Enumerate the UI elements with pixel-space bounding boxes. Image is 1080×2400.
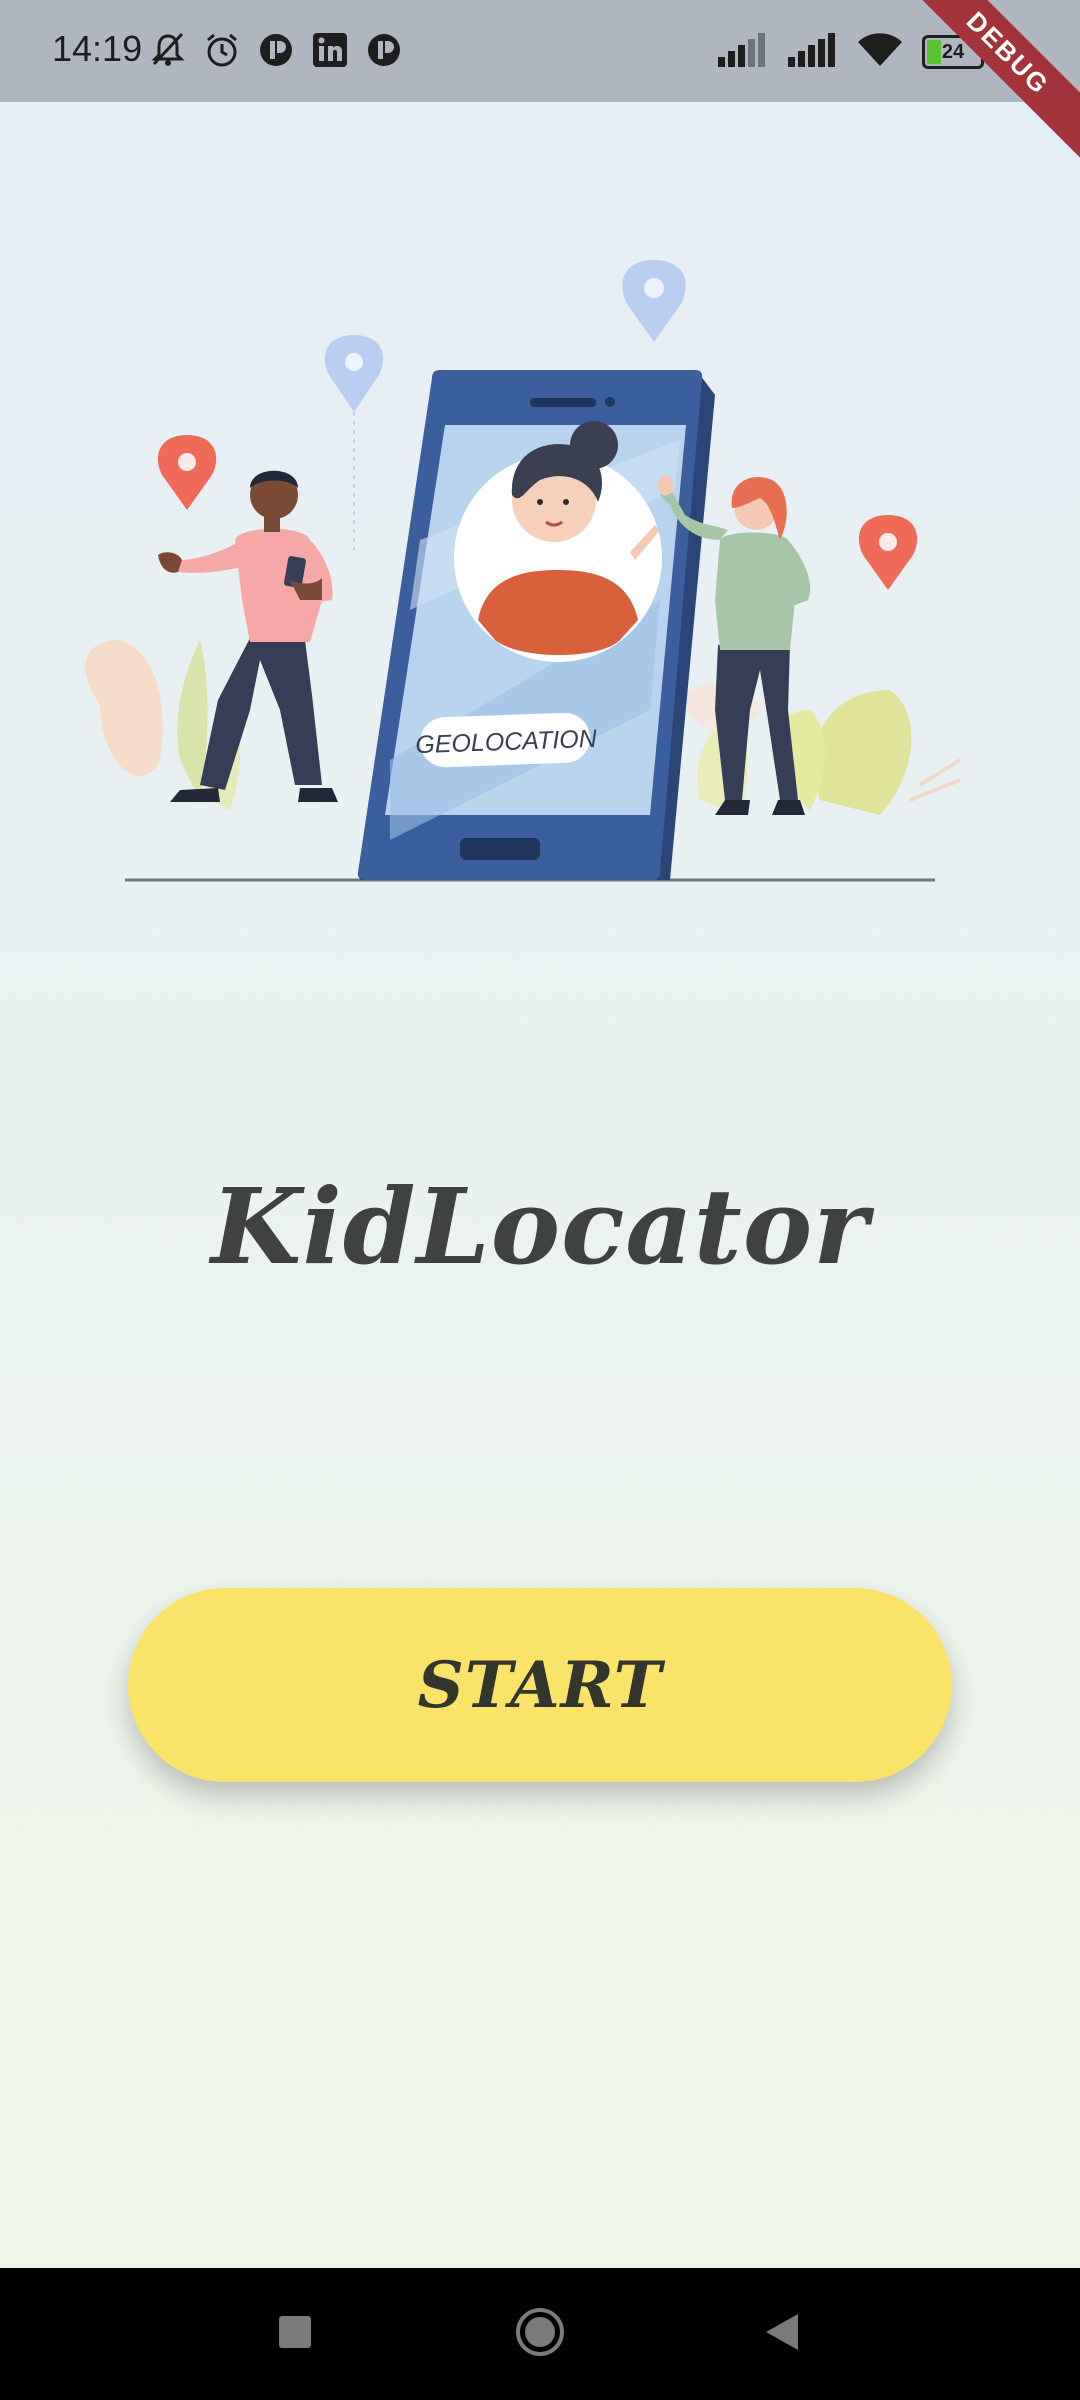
- smartphone-illustration: [357, 370, 715, 880]
- signal-icon: [716, 33, 768, 71]
- status-icons-right: 24: [716, 26, 990, 78]
- location-pin-red-icon: [157, 435, 217, 510]
- signal-icon: [786, 33, 838, 71]
- app-title: KidLocator: [210, 1165, 870, 1288]
- location-pin-red-icon: [858, 515, 918, 590]
- battery-level: 24: [941, 40, 965, 63]
- navigation-bar: [0, 2268, 1080, 2400]
- circle-icon: [514, 2306, 566, 2362]
- start-button[interactable]: START: [128, 1588, 952, 1782]
- location-pin-blue-icon: [622, 260, 686, 342]
- mute-icon: [148, 30, 188, 70]
- start-button-label: START: [417, 1647, 663, 1723]
- app-icon: [364, 30, 404, 70]
- recent-apps-button[interactable]: [235, 2268, 355, 2400]
- status-time: 14:19: [52, 28, 143, 69]
- home-button[interactable]: [480, 2268, 600, 2400]
- linkedin-icon: [310, 30, 350, 70]
- wifi-icon: [856, 32, 904, 72]
- back-button[interactable]: [722, 2268, 842, 2400]
- location-pin-blue-icon: [324, 335, 384, 550]
- alarm-icon: [202, 30, 242, 70]
- status-icons-left: [148, 24, 404, 76]
- hero-illustration: GEOLOCATION: [60, 240, 1020, 900]
- status-bar: 14:19 24 DEBUG: [0, 0, 1080, 176]
- square-icon: [277, 2314, 313, 2354]
- triangle-back-icon: [764, 2312, 800, 2356]
- app-icon: [256, 30, 296, 70]
